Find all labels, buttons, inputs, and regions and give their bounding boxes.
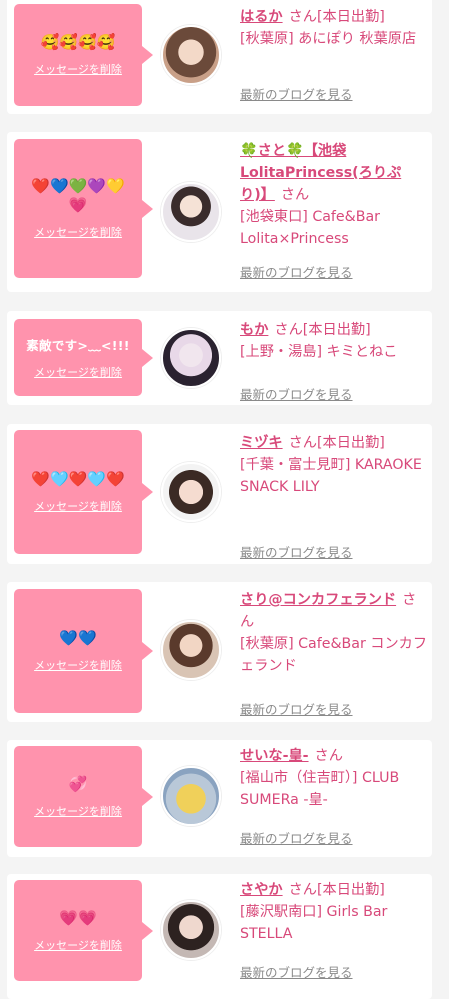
- message-text: 💗💗: [59, 908, 97, 927]
- message-bubble: ❤️💙💚💜💛💗 メッセージを削除: [14, 139, 153, 278]
- message-bubble: 💙💙 メッセージを削除: [14, 589, 153, 713]
- cast-name-link[interactable]: はるか: [240, 9, 283, 25]
- honorific: さん: [288, 435, 317, 451]
- message-bubble: 素敵です>﹏<!!! メッセージを削除: [14, 319, 153, 396]
- message-card: 素敵です>﹏<!!! メッセージを削除 もか さん[本日出勤] [上野・湯島] キ…: [7, 311, 432, 405]
- status-badge: [本日出勤]: [302, 322, 371, 338]
- delete-message-link[interactable]: メッセージを削除: [34, 937, 122, 953]
- message-card: 💗💗 メッセージを削除 さやか さん[本日出勤] [藤沢駅南口] Girls Ba…: [7, 874, 432, 999]
- honorific: さん: [288, 882, 317, 898]
- message-card: ❤️💙💚💜💛💗 メッセージを削除 🍀さと🍀【池袋LolitaPrincess(ろ…: [7, 132, 432, 292]
- latest-blog-link[interactable]: 最新のブログを見る: [240, 828, 353, 850]
- avatar[interactable]: [161, 182, 221, 242]
- shop-name: [秋葉原] Cafe&Bar コンカフェランド: [240, 636, 428, 674]
- avatar[interactable]: [161, 462, 221, 522]
- latest-blog-link[interactable]: 最新のブログを見る: [240, 84, 353, 106]
- message-card: 💞 メッセージを削除 せいな-皇- さん [福山市（住吉町）] CLUB SUME…: [7, 740, 432, 857]
- latest-blog-link[interactable]: 最新のブログを見る: [240, 542, 353, 564]
- message-text: 素敵です>﹏<!!!: [26, 337, 130, 353]
- avatar[interactable]: [161, 766, 221, 826]
- shop-name: [池袋東口] Cafe&Bar Lolita×Princess: [240, 209, 380, 247]
- latest-blog-link[interactable]: 最新のブログを見る: [240, 262, 353, 284]
- latest-blog-link[interactable]: 最新のブログを見る: [240, 962, 353, 984]
- message-bubble: ❤️🩵❤️🩵❤️ メッセージを削除: [14, 430, 153, 554]
- message-text: 💞: [68, 774, 88, 793]
- shop-name: [上野・湯島] キミとねこ: [240, 344, 398, 360]
- shop-name: [藤沢駅南口] Girls Bar STELLA: [240, 904, 388, 942]
- message-card: ❤️🩵❤️🩵❤️ メッセージを削除 ミヅキ さん[本日出勤] [千葉・富士見町] …: [7, 424, 432, 564]
- message-text: 🥰🥰🥰🥰: [40, 33, 116, 51]
- delete-message-link[interactable]: メッセージを削除: [34, 657, 122, 673]
- status-badge: [本日出勤]: [316, 882, 385, 898]
- delete-message-link[interactable]: メッセージを削除: [34, 224, 122, 240]
- avatar[interactable]: [161, 900, 221, 960]
- shop-name: [千葉・富士見町] KARAOKE SNACK LILY: [240, 457, 422, 495]
- message-card: 💙💙 メッセージを削除 さり@コンカフェランド さん [秋葉原] Cafe&Bar…: [7, 582, 432, 722]
- delete-message-link[interactable]: メッセージを削除: [34, 803, 122, 819]
- avatar[interactable]: [161, 25, 221, 85]
- delete-message-link[interactable]: メッセージを削除: [34, 498, 122, 514]
- honorific: さん: [274, 322, 303, 338]
- cast-name-link[interactable]: ミヅキ: [240, 435, 283, 451]
- honorific: さん: [314, 748, 343, 764]
- latest-blog-link[interactable]: 最新のブログを見る: [240, 699, 353, 721]
- delete-message-link[interactable]: メッセージを削除: [34, 364, 122, 380]
- message-text: ❤️🩵❤️🩵❤️: [31, 470, 125, 488]
- message-bubble: 💗💗 メッセージを削除: [14, 880, 153, 981]
- message-bubble: 💞 メッセージを削除: [14, 746, 153, 847]
- delete-message-link[interactable]: メッセージを削除: [34, 61, 122, 77]
- message-card: 🥰🥰🥰🥰 メッセージを削除 はるか さん[本日出勤] [秋葉原] あにぽり 秋葉原…: [7, 0, 432, 114]
- message-bubble: 🥰🥰🥰🥰 メッセージを削除: [14, 4, 153, 106]
- honorific: さん: [280, 187, 310, 203]
- status-badge: [本日出勤]: [316, 9, 385, 25]
- cast-name-link[interactable]: 🍀さと🍀【池袋LolitaPrincess(ろりぷり)】: [240, 143, 401, 203]
- message-text: ❤️💙💚💜💛💗: [31, 177, 125, 214]
- honorific: さん: [288, 9, 317, 25]
- avatar[interactable]: [161, 328, 221, 388]
- avatar[interactable]: [161, 620, 221, 680]
- shop-name: [福山市（住吉町）] CLUB SUMERa -皇-: [240, 770, 400, 808]
- shop-name: [秋葉原] あにぽり 秋葉原店: [240, 31, 417, 47]
- latest-blog-link[interactable]: 最新のブログを見る: [240, 384, 353, 406]
- cast-name-link[interactable]: さり@コンカフェランド: [240, 592, 396, 608]
- cast-name-link[interactable]: せいな-皇-: [240, 748, 309, 764]
- message-text: 💙💙: [59, 629, 97, 647]
- cast-name-link[interactable]: もか: [240, 322, 268, 338]
- status-badge: [本日出勤]: [316, 435, 385, 451]
- cast-name-link[interactable]: さやか: [240, 882, 283, 898]
